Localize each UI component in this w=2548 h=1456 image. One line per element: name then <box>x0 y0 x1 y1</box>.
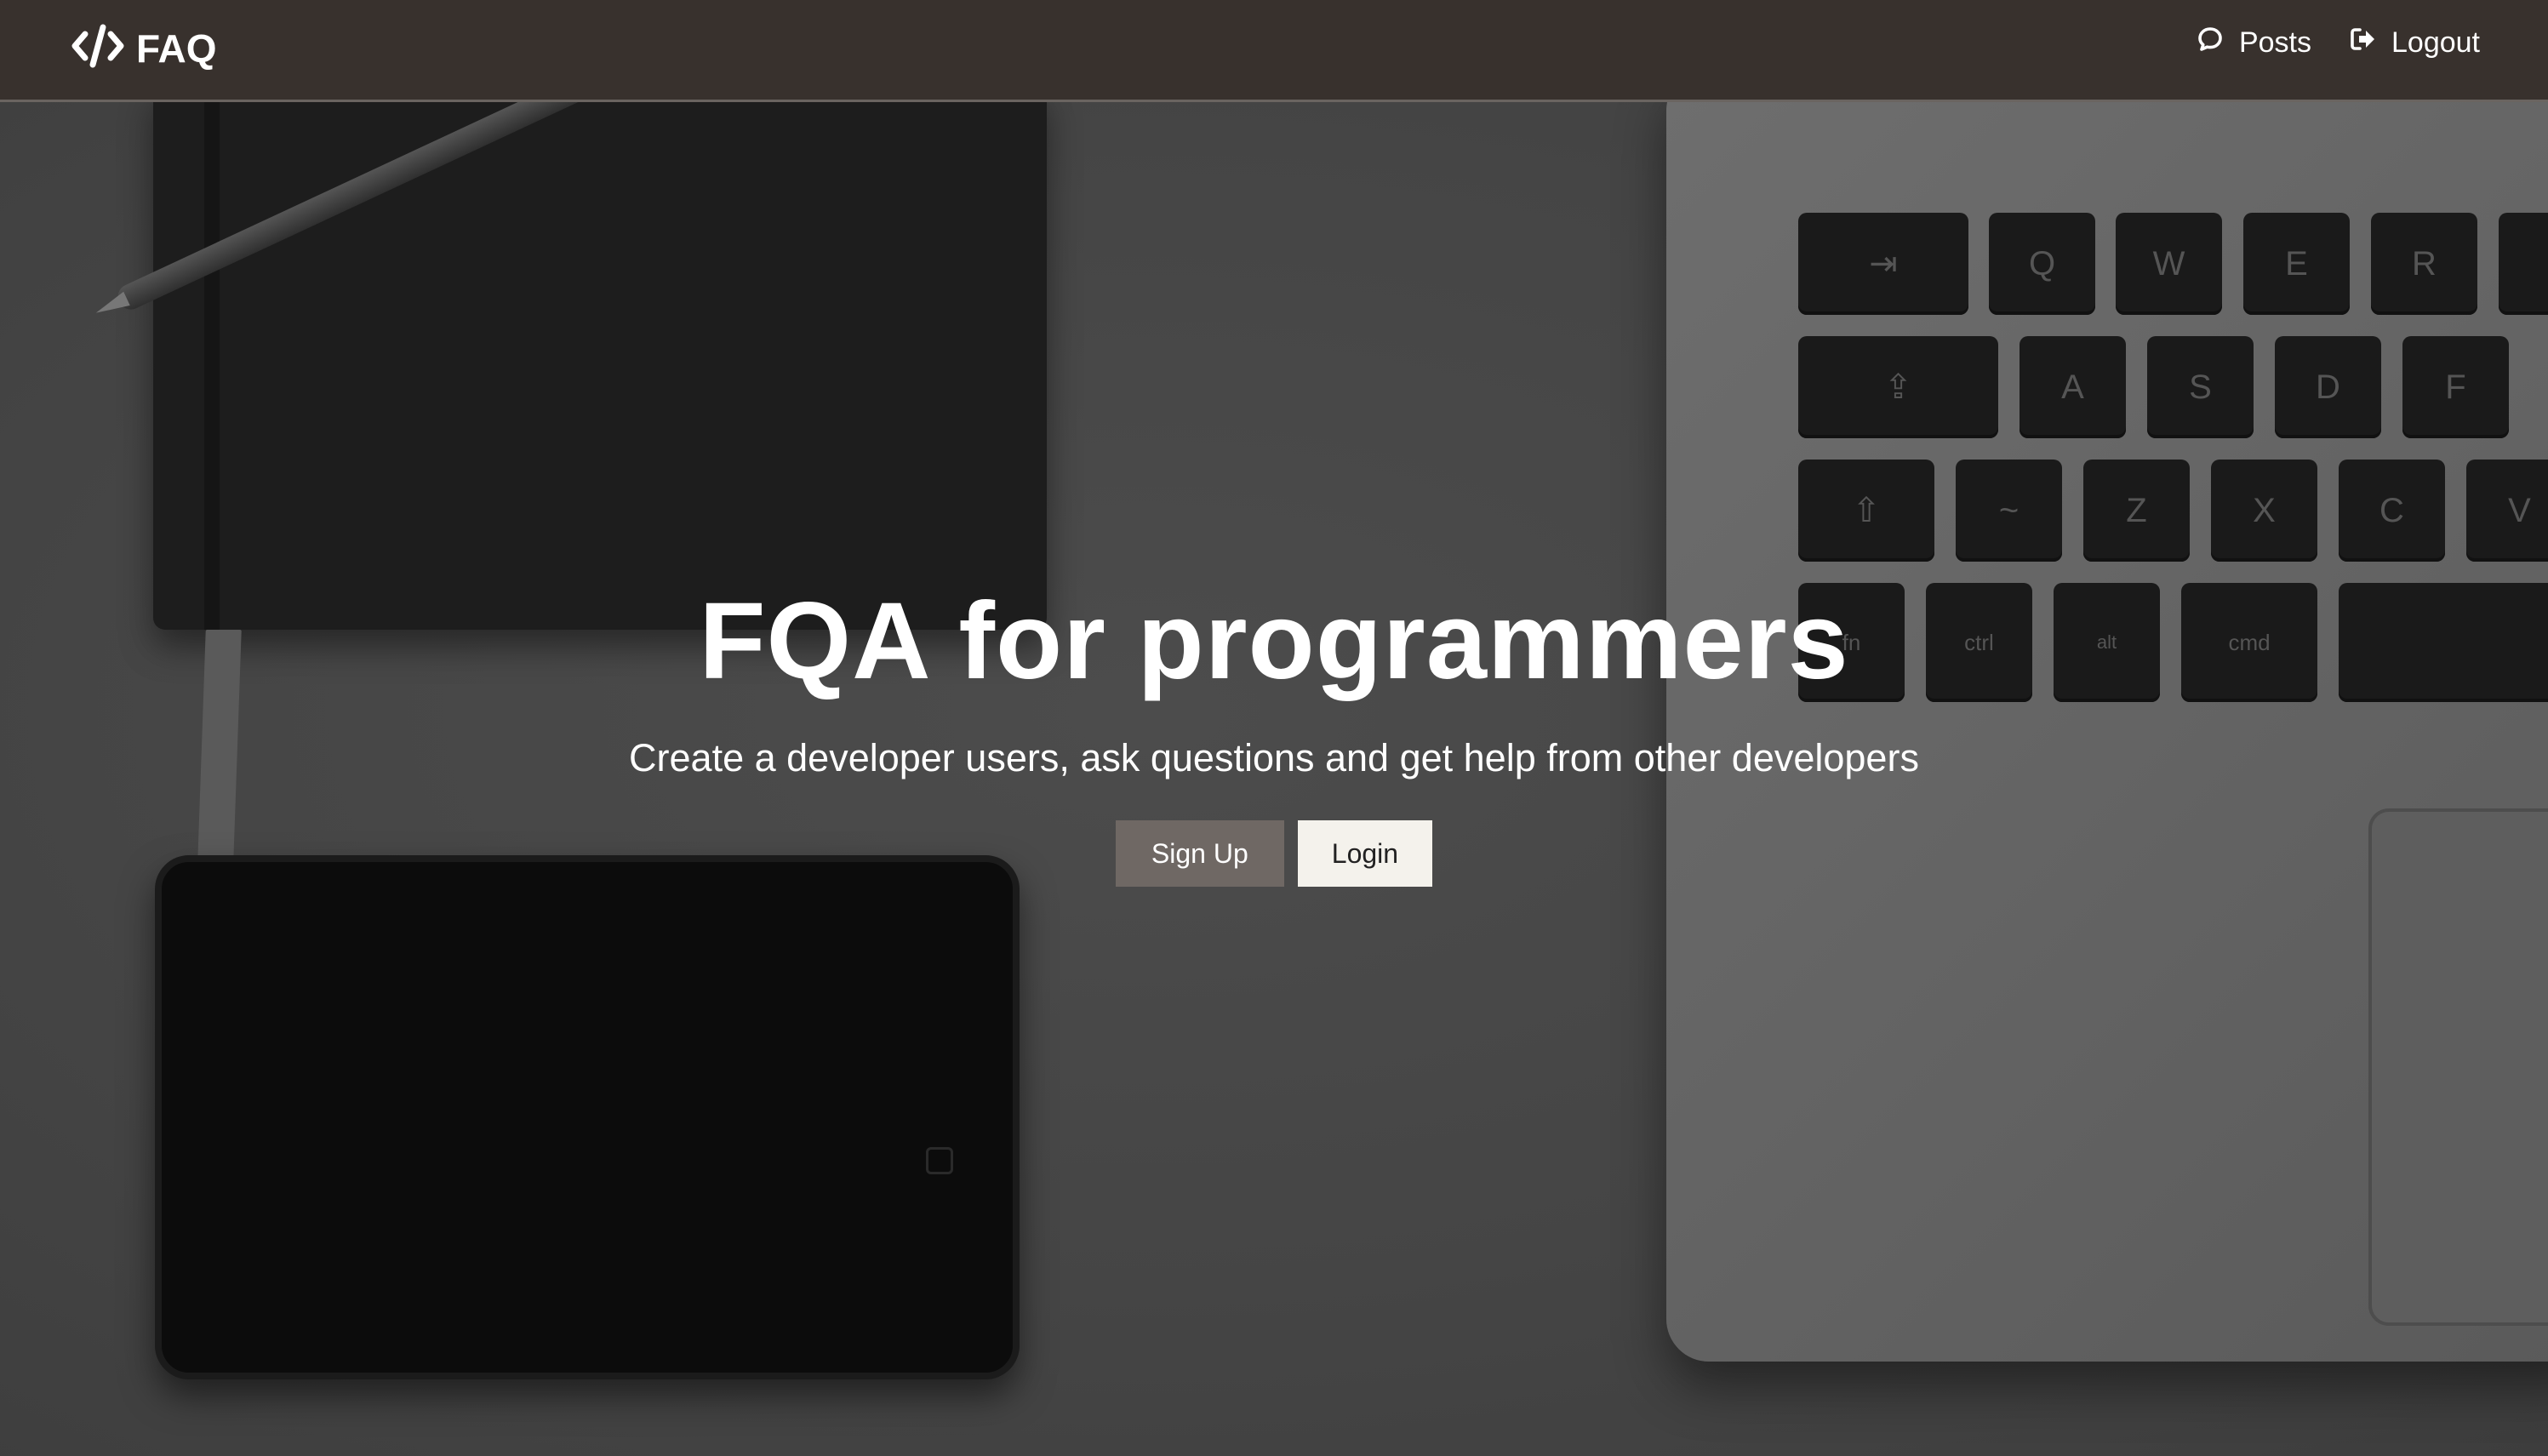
brand-text: FAQ <box>136 26 217 71</box>
hero-subtitle: Create a developer users, ask questions … <box>629 736 1919 779</box>
nav-link-logout[interactable]: Logout <box>2349 26 2480 60</box>
code-icon <box>71 22 124 74</box>
logout-icon <box>2349 26 2391 60</box>
nav-link-label: Logout <box>2391 26 2480 59</box>
hero-section: FQA for programmers Create a developer u… <box>0 102 2548 1456</box>
nav-link-label: Posts <box>2238 26 2311 59</box>
brand-link[interactable]: FAQ <box>71 22 217 74</box>
nav-link-posts[interactable]: Posts <box>2197 26 2311 60</box>
comment-icon <box>2197 26 2239 60</box>
login-button[interactable]: Login <box>1297 820 1433 887</box>
hero-buttons: Sign Up Login <box>0 820 2548 887</box>
nav-links: Posts Logout <box>2159 26 2480 60</box>
signup-button[interactable]: Sign Up <box>1115 820 1284 887</box>
navbar: FAQ Posts Logout <box>0 0 2548 102</box>
hero-title: FQA for programmers <box>699 580 1849 702</box>
